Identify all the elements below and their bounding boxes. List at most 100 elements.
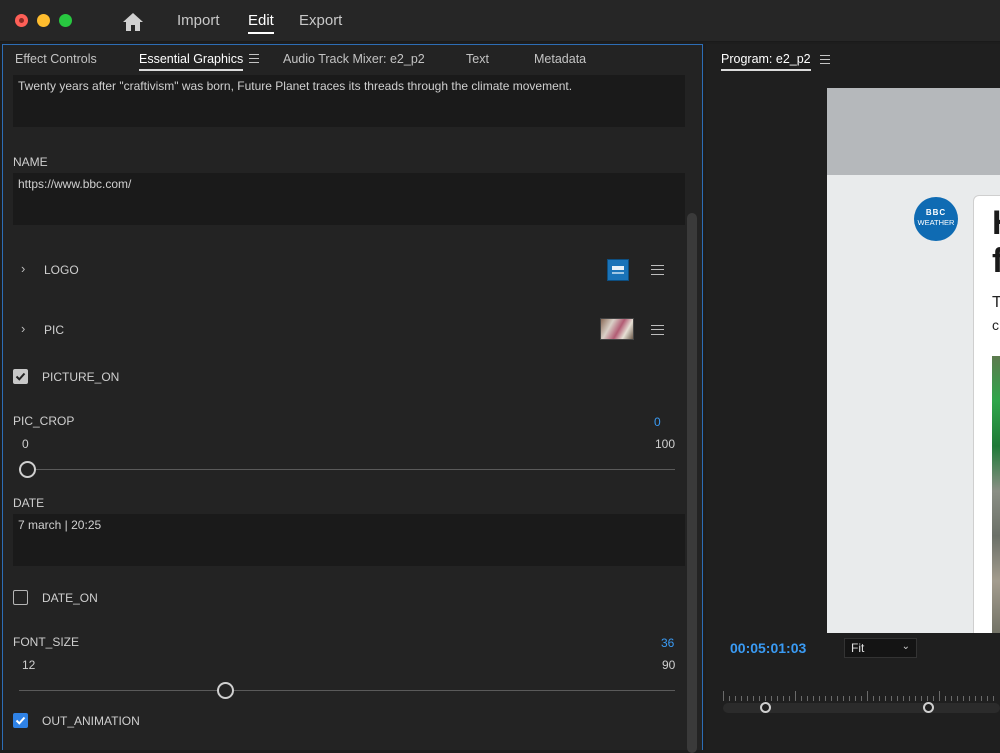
preview-header-band: [827, 88, 1000, 175]
out-animation-checkbox[interactable]: [13, 713, 28, 728]
font-size-slider-track[interactable]: [19, 690, 675, 691]
pic-label: PIC: [44, 323, 65, 337]
ruler-tick: [831, 696, 832, 701]
font-size-min: 12: [22, 658, 36, 672]
preview-image: [992, 356, 1000, 633]
menu-import[interactable]: Import: [177, 12, 220, 29]
ruler-tick: [903, 696, 904, 701]
checkmark-icon: [15, 716, 26, 725]
ruler-tick: [837, 696, 838, 701]
ruler-tick: [891, 696, 892, 701]
panel-scrollbar[interactable]: [687, 213, 697, 753]
font-size-value[interactable]: 36: [661, 636, 674, 650]
logo-label: LOGO: [44, 263, 79, 277]
ruler-tick: [855, 696, 856, 701]
program-preview[interactable]: BBC WEATHER H f T c: [827, 88, 1000, 633]
preview-headline-line2: f: [992, 242, 1000, 280]
ruler-tick: [897, 696, 898, 701]
ruler-tick: [771, 696, 772, 701]
maximize-window-button[interactable]: [59, 14, 72, 27]
minimize-window-button[interactable]: [37, 14, 50, 27]
expand-chevron-icon[interactable]: ›: [21, 261, 25, 276]
ruler-tick: [813, 696, 814, 701]
ruler-tick: [741, 696, 742, 701]
ruler-tick: [783, 696, 784, 701]
ruler-tick: [963, 696, 964, 701]
date-field[interactable]: 7 march | 20:25: [13, 514, 685, 566]
pic-crop-label: PIC_CROP: [13, 414, 75, 428]
name-label: NAME: [13, 155, 48, 169]
ruler-tick: [957, 696, 958, 701]
preview-card: H f T c: [973, 195, 1000, 633]
ruler-tick: [789, 696, 790, 701]
tab-program[interactable]: Program: e2_p2: [721, 52, 811, 71]
ruler-tick: [849, 696, 850, 701]
name-field[interactable]: https://www.bbc.com/: [13, 173, 685, 225]
ruler-tick: [747, 696, 748, 701]
zoom-level-select[interactable]: Fit ⌄: [844, 638, 917, 658]
menu-export[interactable]: Export: [299, 12, 342, 29]
zoom-level-value: Fit: [851, 641, 865, 655]
pic-crop-slider-track[interactable]: [19, 469, 675, 470]
home-icon[interactable]: [122, 12, 144, 32]
ruler-tick: [735, 696, 736, 701]
ruler-tick: [879, 696, 880, 701]
ruler-tick: [939, 691, 940, 701]
pic-crop-max: 100: [655, 437, 676, 451]
ruler-tick: [993, 696, 994, 701]
ruler-tick: [987, 696, 988, 701]
preview-text-line2: c: [992, 317, 999, 333]
pic-crop-value[interactable]: 0: [654, 415, 661, 429]
tab-text[interactable]: Text: [466, 52, 489, 66]
ruler-tick: [843, 696, 844, 701]
timeline-zoom-bar[interactable]: [723, 702, 1000, 713]
panel-tabs: Effect Controls Essential Graphics Audio…: [3, 45, 702, 75]
date-on-checkbox[interactable]: [13, 590, 28, 605]
tab-essential-graphics[interactable]: Essential Graphics: [139, 52, 244, 71]
chevron-down-icon: ⌄: [901, 641, 910, 652]
date-label: DATE: [13, 496, 45, 510]
tab-effect-controls[interactable]: Effect Controls: [15, 52, 97, 66]
ruler-tick: [885, 696, 886, 701]
checkmark-icon: [15, 372, 26, 381]
font-size-max: 90: [662, 658, 676, 672]
panel-menu-icon[interactable]: [249, 54, 259, 63]
pic-menu-icon[interactable]: [651, 325, 664, 335]
time-ruler[interactable]: [723, 689, 1000, 701]
essential-graphics-panel: Effect Controls Essential Graphics Audio…: [2, 44, 703, 753]
tab-metadata[interactable]: Metadata: [534, 52, 586, 66]
description-field[interactable]: Twenty years after "craftivism" was born…: [13, 75, 685, 127]
ruler-tick: [867, 691, 868, 701]
ruler-tick: [969, 696, 970, 701]
ruler-tick: [921, 696, 922, 701]
tab-audio-track-mixer[interactable]: Audio Track Mixer: e2_p2: [283, 52, 425, 66]
date-on-label: DATE_ON: [42, 591, 98, 605]
zoom-bar-end-handle[interactable]: [923, 702, 934, 713]
ruler-tick: [801, 696, 802, 701]
ruler-tick: [819, 696, 820, 701]
close-window-button[interactable]: [15, 14, 28, 27]
pic-crop-min: 0: [22, 437, 29, 451]
font-size-label: FONT_SIZE: [13, 635, 80, 649]
picture-on-checkbox[interactable]: [13, 369, 28, 384]
bbc-weather-logo: BBC WEATHER: [914, 197, 958, 241]
menu-edit[interactable]: Edit: [248, 12, 274, 34]
ruler-tick: [777, 696, 778, 701]
font-size-slider-knob[interactable]: [217, 682, 234, 699]
zoom-bar-start-handle[interactable]: [760, 702, 771, 713]
ruler-tick: [729, 696, 730, 701]
expand-chevron-icon[interactable]: ›: [21, 321, 25, 336]
playhead-timecode[interactable]: 00:05:01:03: [730, 640, 806, 656]
ruler-tick: [873, 696, 874, 701]
pic-thumbnail[interactable]: [600, 318, 634, 340]
picture-on-label: PICTURE_ON: [42, 370, 120, 384]
logo-thumbnail[interactable]: [607, 259, 629, 281]
ruler-tick: [933, 696, 934, 701]
ruler-tick: [825, 696, 826, 701]
program-menu-icon[interactable]: [820, 55, 830, 64]
ruler-tick: [975, 696, 976, 701]
ruler-tick: [759, 696, 760, 701]
ruler-tick: [723, 691, 724, 701]
logo-menu-icon[interactable]: [651, 265, 664, 275]
pic-crop-slider-knob[interactable]: [19, 461, 36, 478]
